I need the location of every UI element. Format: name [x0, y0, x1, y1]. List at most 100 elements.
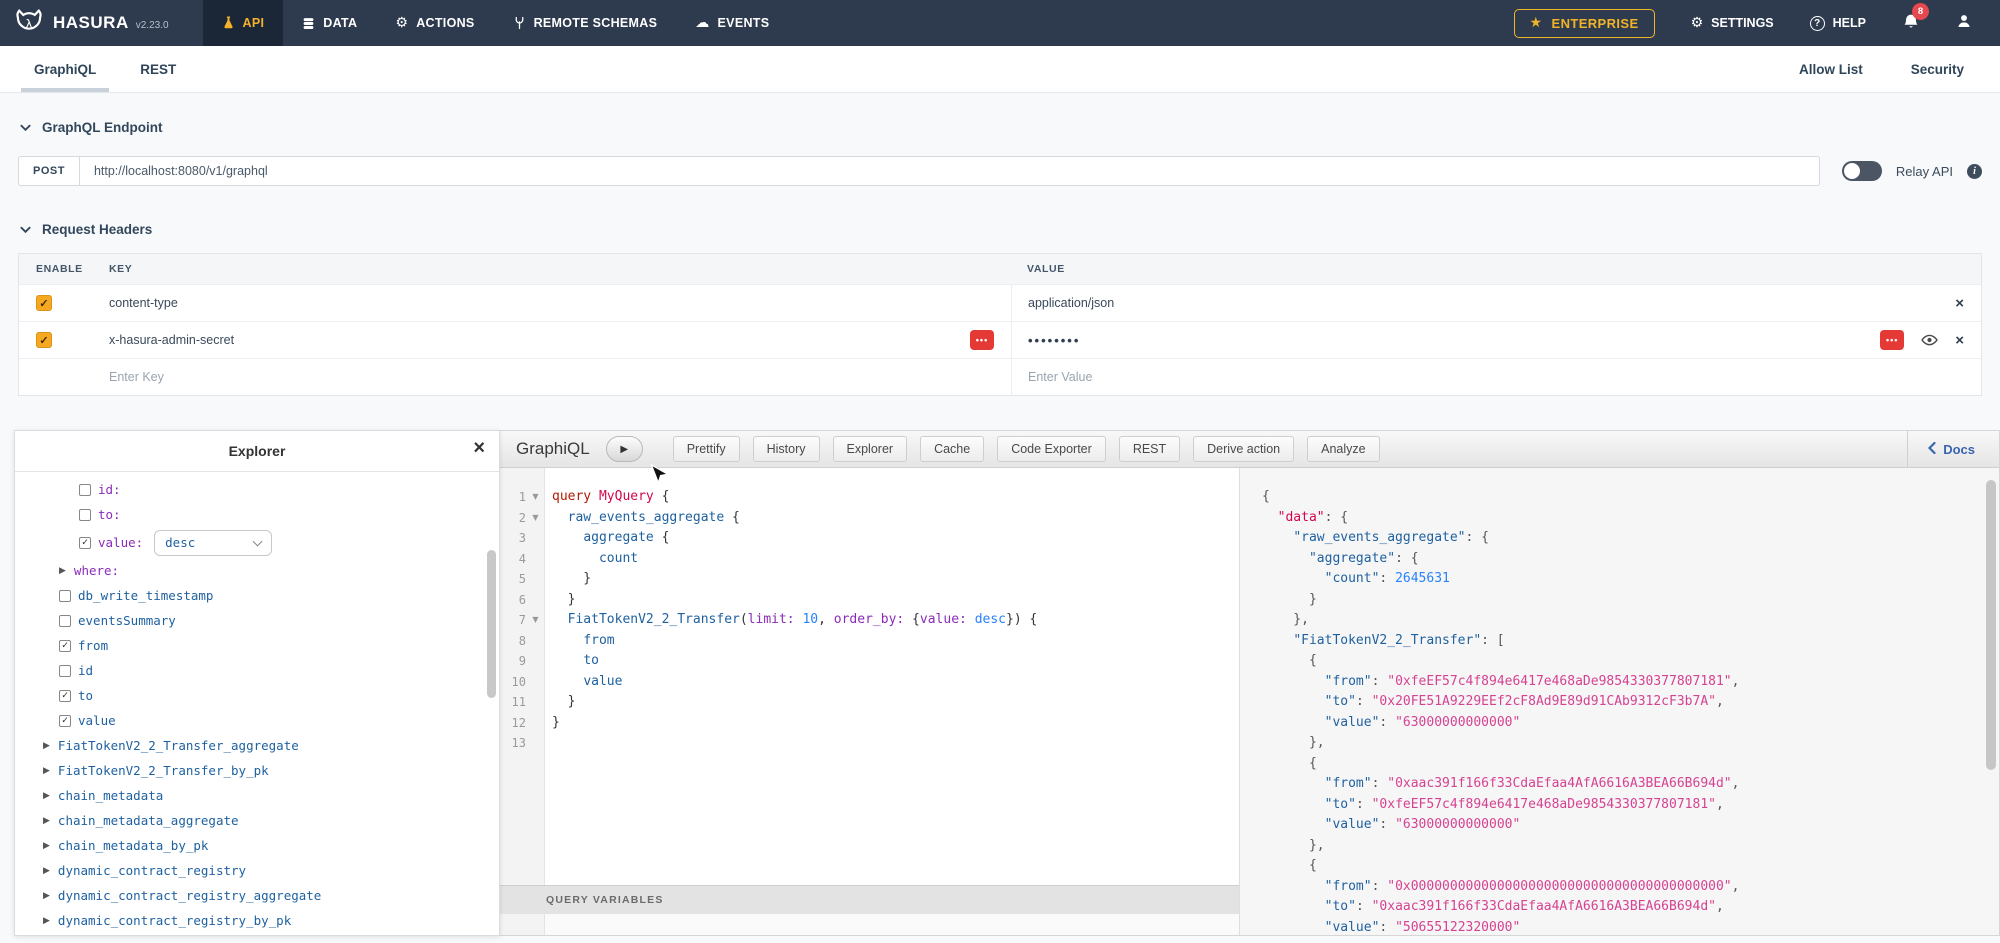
checkbox-unchecked-icon[interactable] — [59, 615, 71, 627]
tab-graphiql[interactable]: GraphiQL — [34, 46, 96, 92]
checkbox-unchecked-icon[interactable] — [59, 590, 71, 602]
explorer-item-to[interactable]: to: — [15, 502, 499, 527]
explorer-item-fiattokenv2-2-transfer-by-pk[interactable]: ▶FiatTokenV2_2_Transfer_by_pk — [15, 758, 499, 783]
explorer-item-value[interactable]: ✓value:desc — [15, 527, 499, 558]
new-header-key-input[interactable]: Enter Key — [91, 359, 1011, 395]
request-headers-section-toggle[interactable]: Request Headers — [20, 222, 2000, 237]
collapsed-arrow-icon[interactable]: ▶ — [43, 891, 50, 901]
checkbox-unchecked-icon[interactable] — [79, 509, 91, 521]
fold-arrow-icon[interactable]: ▼ — [526, 487, 545, 508]
token-pl2 — [1262, 633, 1293, 648]
relay-api-toggle[interactable] — [1842, 161, 1882, 181]
explorer-item-label: where: — [74, 563, 119, 578]
variables-gutter — [500, 914, 545, 935]
admin-secret-icon[interactable]: ••• — [970, 330, 994, 350]
checkbox-checked-icon[interactable]: ✓ — [59, 690, 71, 702]
docs-button[interactable]: Docs — [1907, 431, 1999, 467]
header-key-cell[interactable]: x-hasura-admin-secret••• — [91, 322, 1011, 358]
header-value-cell[interactable]: application/json× — [1011, 285, 1981, 321]
collapsed-arrow-icon[interactable]: ▶ — [59, 566, 66, 576]
token-pl2 — [1262, 715, 1325, 730]
derive-action-button[interactable]: Derive action — [1193, 436, 1294, 462]
settings-button[interactable]: ⚙ SETTINGS — [1691, 16, 1774, 30]
checkbox-checked-icon[interactable]: ✓ — [59, 640, 71, 652]
query-variables-editor[interactable] — [500, 914, 1239, 935]
nav-item-remote-schemas[interactable]: REMOTE SCHEMAS — [494, 0, 677, 46]
code-text: value — [545, 672, 622, 693]
header-enabled-checkbox[interactable]: ✓ — [36, 332, 52, 348]
explorer-item-id[interactable]: id — [15, 658, 499, 683]
tab-allow-list[interactable]: Allow List — [1799, 46, 1863, 92]
user-menu-button[interactable] — [1956, 13, 1972, 34]
collapsed-arrow-icon[interactable]: ▶ — [43, 791, 50, 801]
code-exporter-button[interactable]: Code Exporter — [997, 436, 1106, 462]
response-line: "from": "0xaac391f166f33CdaEfaa4AfA6616A… — [1262, 774, 1999, 795]
tab-security[interactable]: Security — [1911, 46, 1964, 92]
checkbox-checked-icon[interactable]: ✓ — [79, 537, 91, 549]
explorer-item-to[interactable]: ✓to — [15, 683, 499, 708]
execute-query-button[interactable]: ▶ — [606, 436, 643, 462]
help-button[interactable]: ? HELP — [1810, 16, 1866, 31]
explorer-item-dynamic-contract-registry[interactable]: ▶dynamic_contract_registry — [15, 858, 499, 883]
remove-header-icon[interactable]: × — [1955, 333, 1964, 348]
checkbox-checked-icon[interactable]: ✓ — [59, 715, 71, 727]
header-enabled-checkbox[interactable]: ✓ — [36, 295, 52, 311]
query-editor[interactable]: 1▼query MyQuery {2▼ raw_events_aggregate… — [500, 468, 1239, 885]
explorer-item-where[interactable]: ▶ where: — [15, 558, 499, 583]
collapsed-arrow-icon[interactable]: ▶ — [43, 816, 50, 826]
fold-arrow-icon[interactable]: ▼ — [526, 610, 545, 631]
header-value-cell[interactable]: •••••••••••× — [1011, 322, 1981, 358]
info-icon[interactable]: i — [1967, 164, 1982, 179]
header-key-cell[interactable]: content-type — [91, 285, 1011, 321]
explorer-item-value[interactable]: ✓value — [15, 708, 499, 733]
graphql-endpoint-section-toggle[interactable]: GraphQL Endpoint — [20, 120, 2000, 135]
analyze-button[interactable]: Analyze — [1307, 436, 1379, 462]
nav-item-events[interactable]: ☁EVENTS — [676, 0, 788, 46]
collapsed-arrow-icon[interactable]: ▶ — [43, 741, 50, 751]
svg-text:λ: λ — [25, 16, 33, 31]
explorer-item-chain-metadata-by-pk[interactable]: ▶chain_metadata_by_pk — [15, 833, 499, 858]
explorer-item-fiattokenv2-2-transfer-aggregate[interactable]: ▶FiatTokenV2_2_Transfer_aggregate — [15, 733, 499, 758]
reveal-value-eye-icon[interactable] — [1921, 334, 1938, 346]
history-button[interactable]: History — [753, 436, 820, 462]
enterprise-button[interactable]: ★ ENTERPRISE — [1514, 9, 1655, 38]
nav-item-data[interactable]: DATA — [283, 0, 376, 46]
notifications-button[interactable]: 8 — [1902, 13, 1920, 37]
close-icon[interactable]: × — [473, 438, 485, 458]
explorer-button[interactable]: Explorer — [833, 436, 908, 462]
checkbox-unchecked-icon[interactable] — [59, 665, 71, 677]
nav-right: ★ ENTERPRISE ⚙ SETTINGS ? HELP 8 — [1514, 9, 2000, 38]
query-variables-bar[interactable]: QUERY VARIABLES — [500, 885, 1239, 914]
collapsed-arrow-icon[interactable]: ▶ — [43, 916, 50, 926]
editor-line: 6 } — [500, 590, 1239, 611]
nav-item-actions[interactable]: ⚙ACTIONS — [376, 0, 493, 46]
prettify-button[interactable]: Prettify — [673, 436, 740, 462]
response-scrollbar[interactable] — [1986, 480, 1996, 770]
explorer-item-db-write-timestamp[interactable]: db_write_timestamp — [15, 583, 499, 608]
explorer-item-dynamic-contract-registry-by-pk[interactable]: ▶dynamic_contract_registry_by_pk — [15, 908, 499, 933]
rest-button[interactable]: REST — [1119, 436, 1180, 462]
explorer-item-chain-metadata-aggregate[interactable]: ▶chain_metadata_aggregate — [15, 808, 499, 833]
explorer-item-id[interactable]: id: — [15, 477, 499, 502]
graphiql-title: GraphiQL — [516, 439, 590, 459]
explorer-scrollbar[interactable] — [487, 550, 496, 698]
admin-secret-icon[interactable]: ••• — [1880, 330, 1904, 350]
endpoint-url-input[interactable]: http://localhost:8080/v1/graphql — [79, 156, 1820, 186]
checkbox-unchecked-icon[interactable] — [79, 484, 91, 496]
collapsed-arrow-icon[interactable]: ▶ — [43, 866, 50, 876]
remove-header-icon[interactable]: × — [1955, 296, 1964, 311]
explorer-item-eventssummary[interactable]: eventsSummary — [15, 608, 499, 633]
explorer-item-from[interactable]: ✓from — [15, 633, 499, 658]
order-by-select[interactable]: desc — [154, 530, 272, 556]
brand[interactable]: λ HASURA v2.23.0 — [0, 8, 177, 38]
explorer-item-chain-metadata[interactable]: ▶chain_metadata — [15, 783, 499, 808]
tab-rest[interactable]: REST — [140, 46, 176, 92]
new-header-value-input[interactable]: Enter Value — [1011, 359, 1981, 395]
collapsed-arrow-icon[interactable]: ▶ — [43, 766, 50, 776]
fold-arrow-icon[interactable]: ▼ — [526, 508, 545, 529]
explorer-item-dynamic-contract-registry-aggregate[interactable]: ▶dynamic_contract_registry_aggregate — [15, 883, 499, 908]
collapsed-arrow-icon[interactable]: ▶ — [43, 841, 50, 851]
nav-item-api[interactable]: API — [203, 0, 284, 46]
token-num: 2645631 — [1395, 571, 1450, 586]
cache-button[interactable]: Cache — [920, 436, 984, 462]
